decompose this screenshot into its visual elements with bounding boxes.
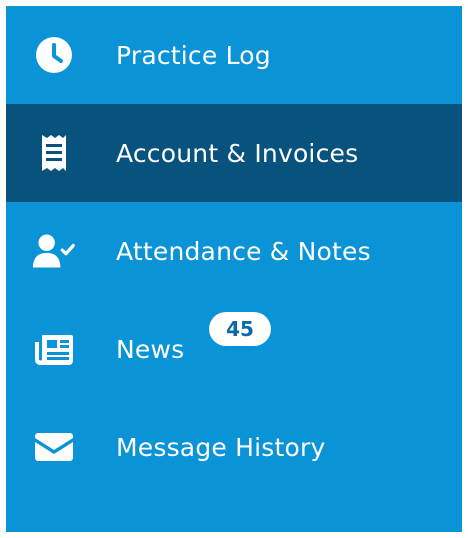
sidebar-item-label: Message History bbox=[116, 432, 326, 462]
news-count-badge: 45 bbox=[209, 312, 271, 346]
user-check-icon bbox=[32, 229, 76, 273]
sidebar: Practice Log Account & Invoices Attendan… bbox=[6, 6, 462, 532]
sidebar-item-label: Practice Log bbox=[116, 40, 271, 70]
sidebar-item-message-history[interactable]: Message History bbox=[6, 398, 462, 496]
receipt-icon bbox=[32, 131, 76, 175]
sidebar-item-label: News bbox=[116, 334, 185, 364]
sidebar-item-label: Account & Invoices bbox=[116, 138, 359, 168]
newspaper-icon bbox=[32, 327, 76, 371]
envelope-icon bbox=[32, 425, 76, 469]
clock-icon bbox=[32, 33, 76, 77]
sidebar-item-attendance-notes[interactable]: Attendance & Notes bbox=[6, 202, 462, 300]
sidebar-menu: Practice Log Account & Invoices Attendan… bbox=[6, 6, 462, 496]
sidebar-item-practice-log[interactable]: Practice Log bbox=[6, 6, 462, 104]
sidebar-item-news[interactable]: News 45 bbox=[6, 300, 462, 398]
sidebar-item-account-invoices[interactable]: Account & Invoices bbox=[6, 104, 462, 202]
sidebar-item-label: Attendance & Notes bbox=[116, 236, 371, 266]
